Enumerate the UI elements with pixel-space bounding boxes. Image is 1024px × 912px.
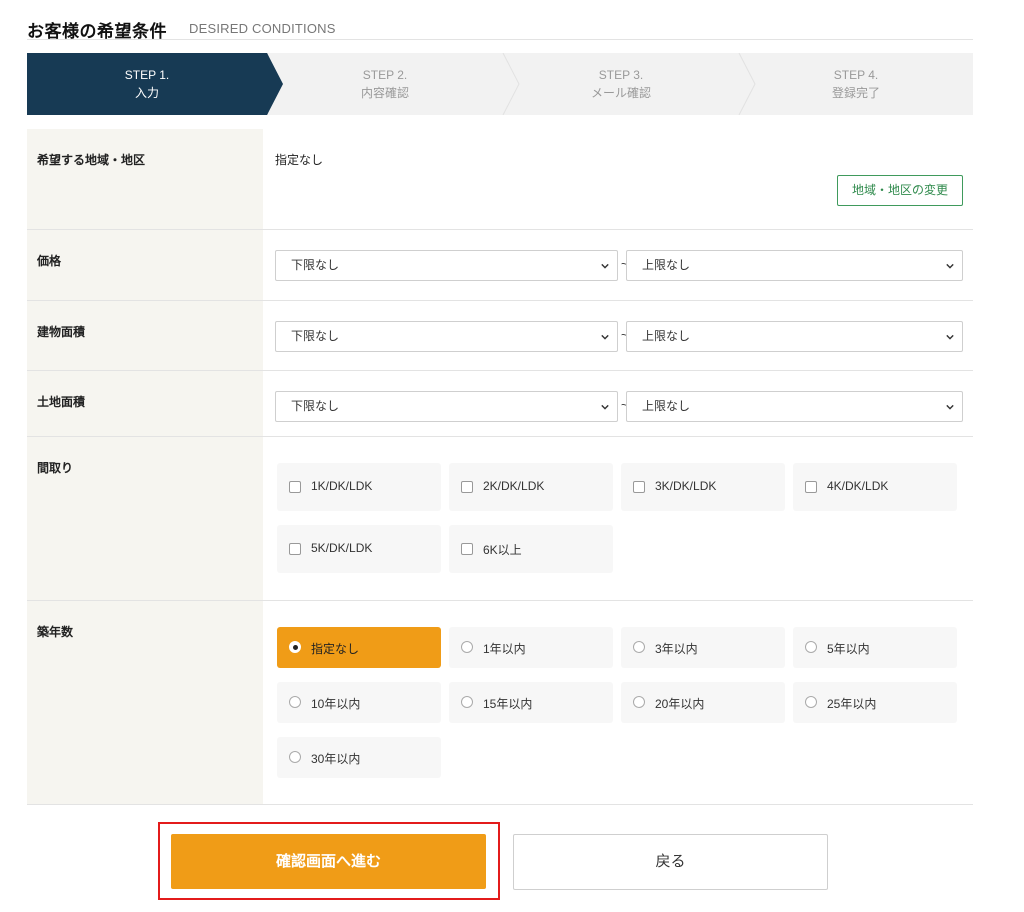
land-area-content: 下限なし ~ 上限なし bbox=[263, 371, 973, 436]
age-option-label: 3年以内 bbox=[655, 642, 698, 656]
checkbox[interactable] bbox=[461, 481, 473, 493]
price-max-select[interactable]: 上限なし bbox=[626, 250, 963, 281]
layout-row: 間取り 1K/DK/LDK 2K/DK/LDK 3K/DK/LDK 4K/DK/… bbox=[27, 437, 973, 601]
building-area-min-select[interactable]: 下限なし bbox=[275, 321, 618, 352]
step-3: STEP 3. メール確認 bbox=[503, 53, 739, 115]
building-area-min-value: 下限なし bbox=[291, 329, 340, 343]
land-area-max-value: 上限なし bbox=[642, 399, 691, 413]
age-row: 築年数 指定なし 1年以内 3年以内 5年以内 10年以内 15年以内 20年以… bbox=[27, 601, 973, 805]
step-4-number: STEP 4. bbox=[833, 68, 879, 82]
layout-option-label: 6K以上 bbox=[483, 543, 522, 557]
radio-button[interactable] bbox=[633, 696, 645, 708]
price-content: 下限なし ~ 上限なし bbox=[263, 230, 973, 300]
land-area-min-select[interactable]: 下限なし bbox=[275, 391, 618, 422]
age-option-label: 15年以内 bbox=[483, 697, 533, 711]
land-area-max-select[interactable]: 上限なし bbox=[626, 391, 963, 422]
age-option-25y[interactable]: 25年以内 bbox=[793, 682, 957, 723]
layout-option-label: 3K/DK/LDK bbox=[655, 479, 717, 493]
layout-option-label: 1K/DK/LDK bbox=[311, 479, 373, 493]
age-label: 築年数 bbox=[27, 601, 263, 804]
age-option-label: 25年以内 bbox=[827, 697, 877, 711]
price-label: 価格 bbox=[27, 230, 263, 300]
land-area-label: 土地面積 bbox=[27, 371, 263, 436]
chevron-down-icon bbox=[601, 404, 609, 410]
chevron-down-icon bbox=[946, 263, 954, 269]
chevron-down-icon bbox=[946, 404, 954, 410]
layout-option-6k[interactable]: 6K以上 bbox=[449, 525, 613, 573]
page-header: お客様の希望条件 DESIRED CONDITIONS bbox=[27, 14, 973, 41]
building-area-label: 建物面積 bbox=[27, 301, 263, 370]
confirm-button[interactable]: 確認画面へ進む bbox=[171, 834, 486, 889]
price-min-value: 下限なし bbox=[291, 258, 340, 272]
age-option-none[interactable]: 指定なし bbox=[277, 627, 441, 668]
layout-option-label: 4K/DK/LDK bbox=[827, 479, 889, 493]
layout-option-label: 2K/DK/LDK bbox=[483, 479, 545, 493]
layout-label: 間取り bbox=[27, 437, 263, 600]
layout-option-4k[interactable]: 4K/DK/LDK bbox=[793, 463, 957, 511]
age-option-3y[interactable]: 3年以内 bbox=[621, 627, 785, 668]
step-2-number: STEP 2. bbox=[362, 68, 408, 82]
age-option-label: 1年以内 bbox=[483, 642, 526, 656]
radio-button[interactable] bbox=[289, 696, 301, 708]
area-value: 指定なし bbox=[275, 153, 324, 167]
building-area-row: 建物面積 下限なし ~ 上限なし bbox=[27, 301, 973, 371]
step-2-label: 内容確認 bbox=[360, 86, 409, 100]
step-2: STEP 2. 内容確認 bbox=[267, 53, 503, 115]
layout-option-2k[interactable]: 2K/DK/LDK bbox=[449, 463, 613, 511]
chevron-down-icon bbox=[601, 334, 609, 340]
checkbox[interactable] bbox=[289, 481, 301, 493]
age-option-10y[interactable]: 10年以内 bbox=[277, 682, 441, 723]
building-area-max-select[interactable]: 上限なし bbox=[626, 321, 963, 352]
checkbox[interactable] bbox=[805, 481, 817, 493]
layout-option-label: 5K/DK/LDK bbox=[311, 541, 373, 555]
area-row: 希望する地域・地区 指定なし 地域・地区の変更 bbox=[27, 129, 973, 230]
back-button[interactable]: 戻る bbox=[513, 834, 828, 890]
radio-button[interactable] bbox=[805, 641, 817, 653]
building-area-max-value: 上限なし bbox=[642, 329, 691, 343]
age-option-20y[interactable]: 20年以内 bbox=[621, 682, 785, 723]
radio-button[interactable] bbox=[461, 696, 473, 708]
radio-button[interactable] bbox=[633, 641, 645, 653]
land-area-row: 土地面積 下限なし ~ 上限なし bbox=[27, 371, 973, 437]
change-area-button[interactable]: 地域・地区の変更 bbox=[837, 175, 963, 206]
checkbox[interactable] bbox=[633, 481, 645, 493]
chevron-down-icon bbox=[946, 334, 954, 340]
radio-button[interactable] bbox=[461, 641, 473, 653]
age-option-30y[interactable]: 30年以内 bbox=[277, 737, 441, 778]
layout-options: 1K/DK/LDK 2K/DK/LDK 3K/DK/LDK 4K/DK/LDK … bbox=[263, 437, 973, 600]
layout-option-5k[interactable]: 5K/DK/LDK bbox=[277, 525, 441, 573]
layout-option-1k[interactable]: 1K/DK/LDK bbox=[277, 463, 441, 511]
age-option-15y[interactable]: 15年以内 bbox=[449, 682, 613, 723]
price-row: 価格 下限なし ~ 上限なし bbox=[27, 230, 973, 301]
land-area-min-value: 下限なし bbox=[291, 399, 340, 413]
age-option-label: 10年以内 bbox=[311, 697, 361, 711]
age-option-label: 20年以内 bbox=[655, 697, 705, 711]
age-option-label: 指定なし bbox=[311, 642, 360, 656]
checkbox[interactable] bbox=[461, 543, 473, 555]
step-3-label: メール確認 bbox=[590, 86, 651, 100]
age-options: 指定なし 1年以内 3年以内 5年以内 10年以内 15年以内 20年以内 25… bbox=[263, 601, 973, 804]
age-option-1y[interactable]: 1年以内 bbox=[449, 627, 613, 668]
page-title: お客様の希望条件 bbox=[27, 22, 167, 41]
step-indicator: STEP 1. 入力 STEP 2. 内容確認 STEP 3. メール確認 ST… bbox=[27, 53, 973, 115]
area-label: 希望する地域・地区 bbox=[27, 129, 263, 229]
step-4: STEP 4. 登録完了 bbox=[739, 53, 973, 115]
area-content: 指定なし 地域・地区の変更 bbox=[263, 129, 973, 229]
radio-button[interactable] bbox=[805, 696, 817, 708]
price-max-value: 上限なし bbox=[642, 258, 691, 272]
step-4-label: 登録完了 bbox=[831, 86, 880, 100]
layout-option-3k[interactable]: 3K/DK/LDK bbox=[621, 463, 785, 511]
radio-button[interactable] bbox=[289, 751, 301, 763]
age-option-5y[interactable]: 5年以内 bbox=[793, 627, 957, 668]
radio-button[interactable] bbox=[289, 641, 301, 653]
step-3-number: STEP 3. bbox=[598, 68, 644, 82]
building-area-content: 下限なし ~ 上限なし bbox=[263, 301, 973, 370]
chevron-down-icon bbox=[601, 263, 609, 269]
checkbox[interactable] bbox=[289, 543, 301, 555]
age-option-label: 30年以内 bbox=[311, 752, 361, 766]
age-option-label: 5年以内 bbox=[827, 642, 870, 656]
page-subtitle: DESIRED CONDITIONS bbox=[189, 21, 336, 36]
price-min-select[interactable]: 下限なし bbox=[275, 250, 618, 281]
